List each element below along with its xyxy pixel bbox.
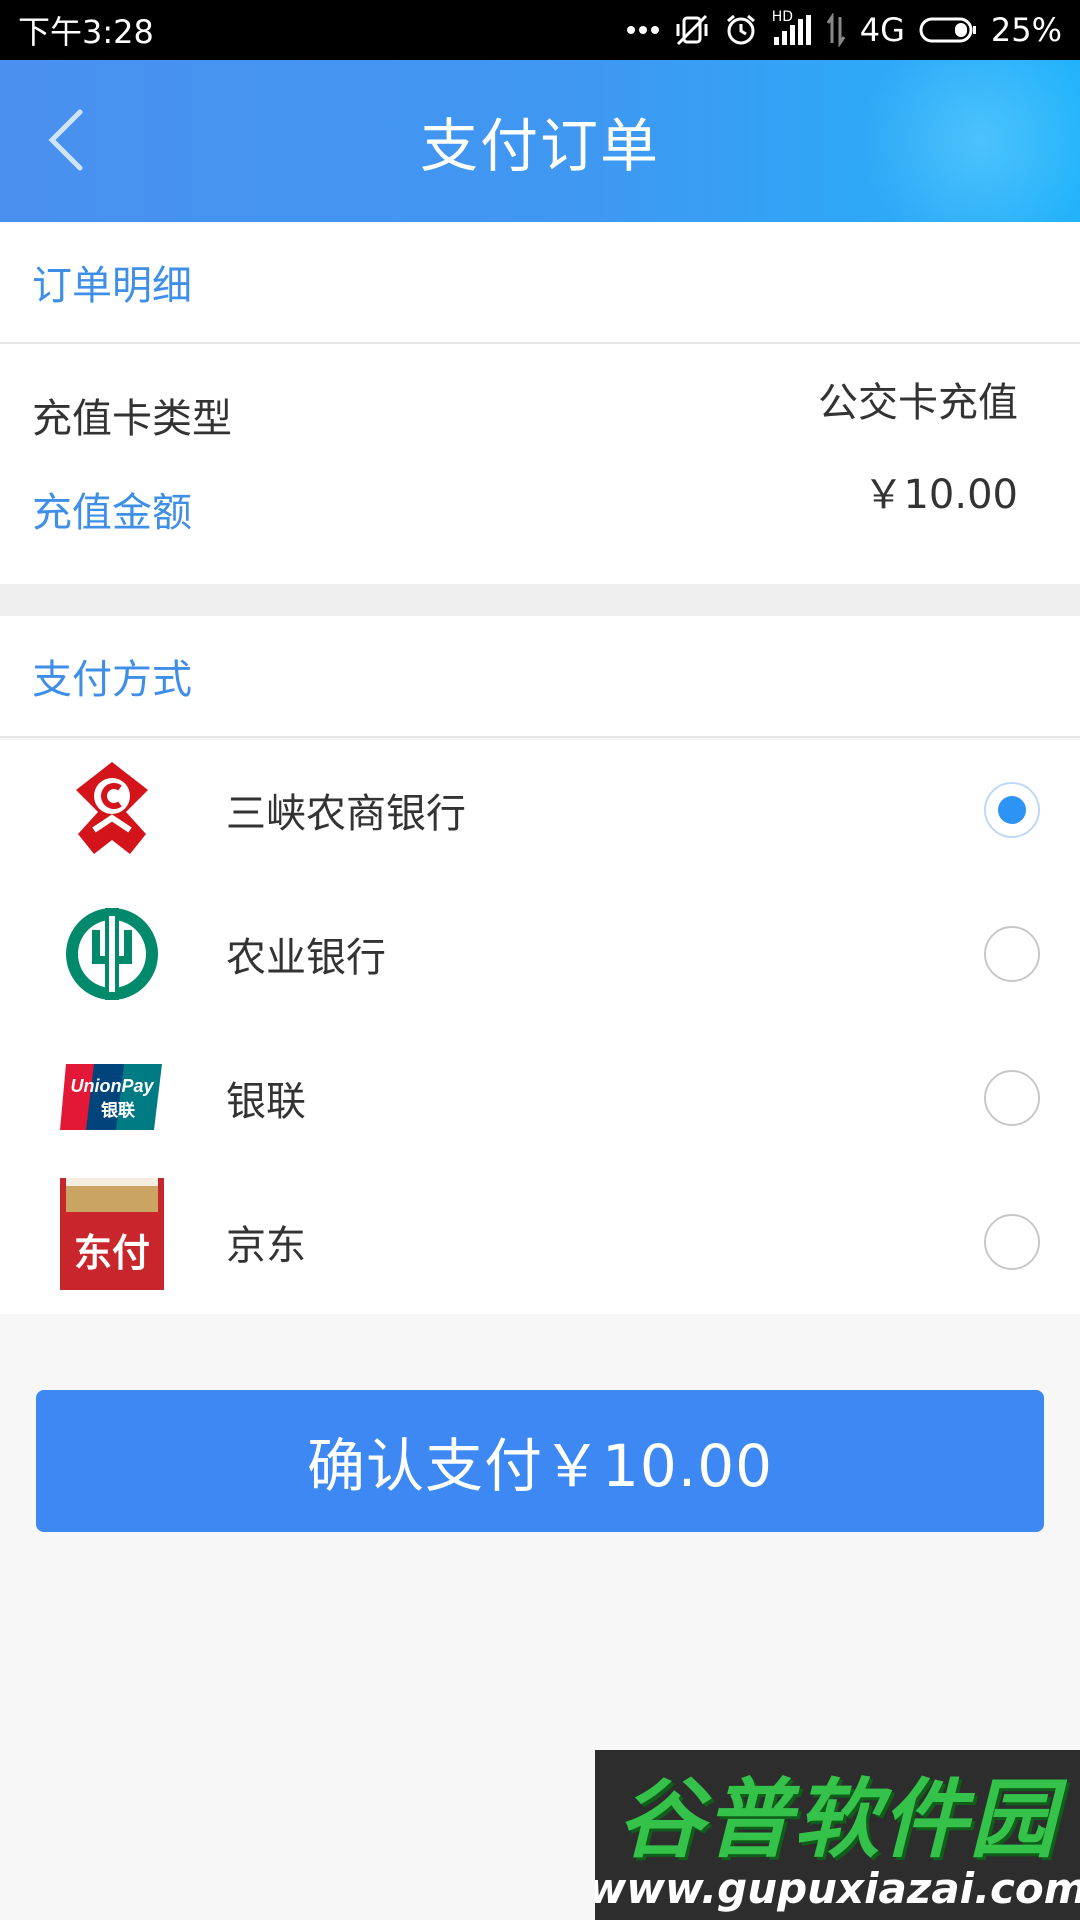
chevron-left-icon xyxy=(48,109,83,171)
agricultural-bank-logo xyxy=(58,900,166,1008)
data-arrows-icon xyxy=(826,13,846,47)
payment-option-label: 三峡农商银行 xyxy=(226,791,466,837)
signal-icon: HD xyxy=(772,9,812,47)
jd-pay-logo: 东付 xyxy=(58,1178,166,1290)
unionpay-logo-cn-text: 银联 xyxy=(101,1100,135,1121)
battery-percent: 25% xyxy=(990,11,1062,49)
amount-value: ￥10.00 xyxy=(863,472,1018,518)
title-bar: 支付订单 xyxy=(0,60,1080,222)
payment-option-sanxia-bank[interactable]: 三峡农商银行 xyxy=(0,740,1080,880)
payment-option-label: 京东 xyxy=(226,1223,306,1269)
payment-option-label: 农业银行 xyxy=(226,935,386,981)
amount-label: 充值金额 xyxy=(32,490,192,536)
payment-option-unionpay[interactable]: UnionPay 银联 银联 xyxy=(0,1028,1080,1168)
order-detail-heading: 订单明细 xyxy=(0,222,1080,344)
network-type: 4G xyxy=(859,11,905,49)
status-time: 下午3:28 xyxy=(18,13,154,51)
mute-vibrate-icon xyxy=(674,12,710,48)
confirm-pay-button[interactable]: 确认支付￥10.00 xyxy=(36,1390,1044,1532)
alarm-icon xyxy=(724,13,758,47)
radio-selected[interactable] xyxy=(984,782,1040,838)
card-type-value: 公交卡充值 xyxy=(818,380,1018,426)
radio-unselected[interactable] xyxy=(984,1070,1040,1126)
watermark-url: www.gupuxiazai.com xyxy=(595,1863,1080,1913)
more-dots-icon xyxy=(626,25,660,35)
watermark-title: 谷普软件园 xyxy=(617,1769,1058,1870)
section-divider xyxy=(0,584,1080,616)
page-title: 支付订单 xyxy=(419,112,660,180)
radio-unselected[interactable] xyxy=(984,926,1040,982)
status-bar: 下午3:28 HD 4G 25% xyxy=(0,0,1080,60)
payment-method-heading: 支付方式 xyxy=(0,616,1080,738)
back-button[interactable] xyxy=(40,100,100,180)
site-watermark: 谷普软件园 www.gupuxiazai.com xyxy=(595,1750,1080,1920)
unionpay-logo-text: UnionPay xyxy=(70,1076,154,1096)
unionpay-logo: UnionPay 银联 xyxy=(58,1044,166,1152)
hd-badge: HD xyxy=(771,9,794,25)
payment-method-list: 三峡农商银行 农业银行 UnionPay 银联 银联 东付 京东 xyxy=(0,740,1080,1314)
order-detail-block: 充值卡类型 公交卡充值 充值金额 ￥10.00 xyxy=(0,344,1080,584)
payment-option-abc[interactable]: 农业银行 xyxy=(0,884,1080,1024)
battery-icon xyxy=(919,16,977,44)
card-type-label: 充值卡类型 xyxy=(32,396,232,442)
status-icons: HD 4G 25% xyxy=(626,9,1062,49)
payment-option-label: 银联 xyxy=(226,1079,306,1125)
jd-logo-text: 东付 xyxy=(74,1231,150,1275)
rural-commercial-bank-logo xyxy=(58,756,166,864)
radio-unselected[interactable] xyxy=(984,1214,1040,1270)
payment-option-jd[interactable]: 东付 京东 xyxy=(0,1172,1080,1312)
